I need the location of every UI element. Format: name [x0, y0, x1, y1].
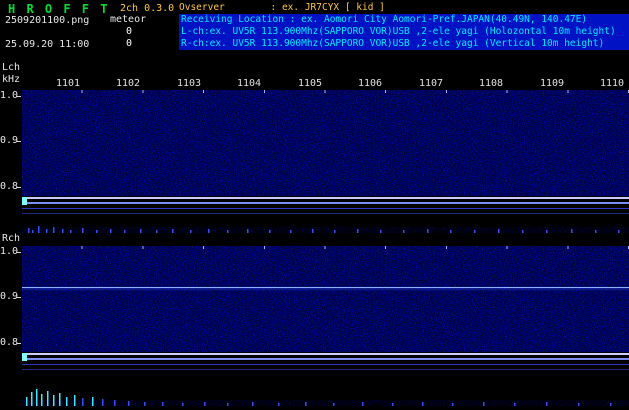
lch-axis-label: Lch	[2, 62, 21, 73]
rch-carrier-line	[22, 287, 629, 288]
rch-tick-dash	[17, 252, 21, 253]
rch-freq-tick: 1.0	[0, 246, 19, 257]
meteor-count-2: 0	[125, 38, 132, 49]
rch-spectrogram	[22, 246, 629, 352]
time-tick-label: 1102	[115, 78, 141, 89]
lch-freq-tick: 0.9	[0, 135, 19, 146]
lch-spectrogram	[22, 90, 629, 196]
rch-axis-label: Rch	[2, 233, 21, 244]
time-tick-label: 1104	[236, 78, 262, 89]
lch-tick-dash	[17, 187, 21, 188]
rch-tick-dash	[17, 297, 21, 298]
lch-level-strip	[22, 197, 629, 233]
time-tick-label: 1108	[478, 78, 504, 89]
app-title: H R O F F T	[8, 2, 110, 16]
time-tick-label: 1107	[418, 78, 444, 89]
lch-tick-dash	[17, 141, 21, 142]
lch-tick-dash	[17, 96, 21, 97]
rch-minute-ticks	[22, 246, 629, 249]
timestamp: 25.09.20 11:00	[5, 39, 90, 50]
receiving-location-line: Receiving Location : ex. Aomori City Aom…	[179, 14, 629, 26]
time-tick-label: 1110	[599, 78, 625, 89]
rch-info-line: R-ch:ex. UV5R 113.900Mhz(SAPPORO VOR)USB…	[179, 38, 629, 50]
time-tick-label: 1109	[539, 78, 565, 89]
rch-level-strip	[22, 353, 629, 406]
meteor-count-label: meteor	[110, 14, 147, 25]
time-tick-label: 1105	[297, 78, 323, 89]
observer-line: Ovserver : ex. JR7CYX [ kid ]	[179, 2, 385, 13]
rch-freq-tick: 0.8	[0, 337, 19, 348]
meteor-count-1: 0	[125, 26, 132, 37]
time-tick-label: 1101	[55, 78, 81, 89]
lch-freq-tick: 1.0	[0, 90, 19, 101]
time-tick-label: 1103	[176, 78, 202, 89]
time-tick-label: 1106	[357, 78, 383, 89]
lch-info-line: L-ch:ex. UV5R 113.900Mhz(SAPPORO VOR)USB…	[179, 26, 629, 38]
lch-freq-tick: 0.8	[0, 181, 19, 192]
time-axis: 1101 1102 1103 1104 1105 1106 1107 1108 …	[0, 78, 629, 89]
rch-tick-dash	[17, 343, 21, 344]
lch-minute-ticks	[22, 90, 629, 93]
hrofft-output-window: H R O F F T 2ch 0.3.0 Ovserver : ex. JR7…	[0, 0, 629, 410]
output-filename: 2509201100.png	[5, 15, 90, 26]
rch-freq-tick: 0.9	[0, 291, 19, 302]
